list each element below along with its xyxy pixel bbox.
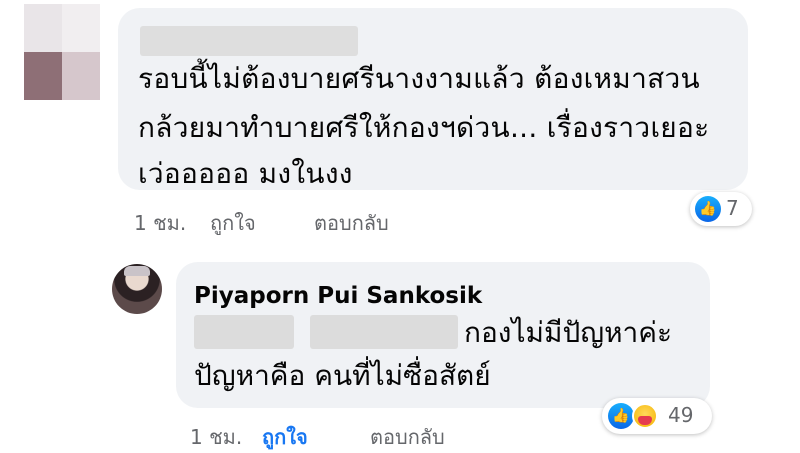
comment-actions: 1 ชม. ถูกใจ ตอบกลับ	[134, 207, 434, 237]
reply-timestamp[interactable]: 1 ชม.	[190, 421, 242, 453]
reply-author-avatar[interactable]	[112, 264, 162, 314]
like-button[interactable]: ถูกใจ	[210, 207, 256, 239]
comment-text-line: รอบนี้ไม่ต้องบายศรีนางงามแล้ว ต้องเหมาสว…	[138, 62, 700, 95]
reply-button[interactable]: ตอบกลับ	[314, 207, 389, 239]
reaction-count: 7	[726, 196, 739, 220]
mention-redacted[interactable]	[310, 315, 458, 349]
like-icon: 👍	[608, 403, 634, 429]
reply-button[interactable]: ตอบกลับ	[370, 421, 445, 453]
reply-actions: 1 ชม. ถูกใจ ตอบกลับ	[190, 421, 490, 449]
commenter-name-redacted[interactable]	[140, 26, 358, 56]
comment-text-line: เว่อออออ มงในงง	[138, 157, 353, 190]
reaction-summary[interactable]: 👍 49	[602, 398, 712, 434]
comment-text-line: กล้วยมาทำบายศรีให้กองฯด่วน... เรื่องราวเ…	[138, 111, 710, 144]
mention-redacted[interactable]	[194, 315, 294, 349]
like-icon: 👍	[695, 196, 721, 222]
reply-text-line: กองไม่มีปัญหาค่ะ	[464, 316, 673, 349]
care-icon	[632, 403, 658, 429]
commenter-avatar-blurred[interactable]	[24, 4, 100, 100]
comment-timestamp[interactable]: 1 ชม.	[134, 207, 186, 239]
reaction-count: 49	[668, 403, 694, 427]
like-button[interactable]: ถูกใจ	[262, 421, 308, 453]
reply-author-name[interactable]: Piyaporn Pui Sankosik	[194, 283, 482, 309]
reply-text-line: ปัญหาคือ คนที่ไม่ซื่อสัตย์	[194, 359, 491, 392]
reaction-summary[interactable]: 👍 7	[690, 192, 752, 226]
crown-icon	[124, 266, 150, 276]
